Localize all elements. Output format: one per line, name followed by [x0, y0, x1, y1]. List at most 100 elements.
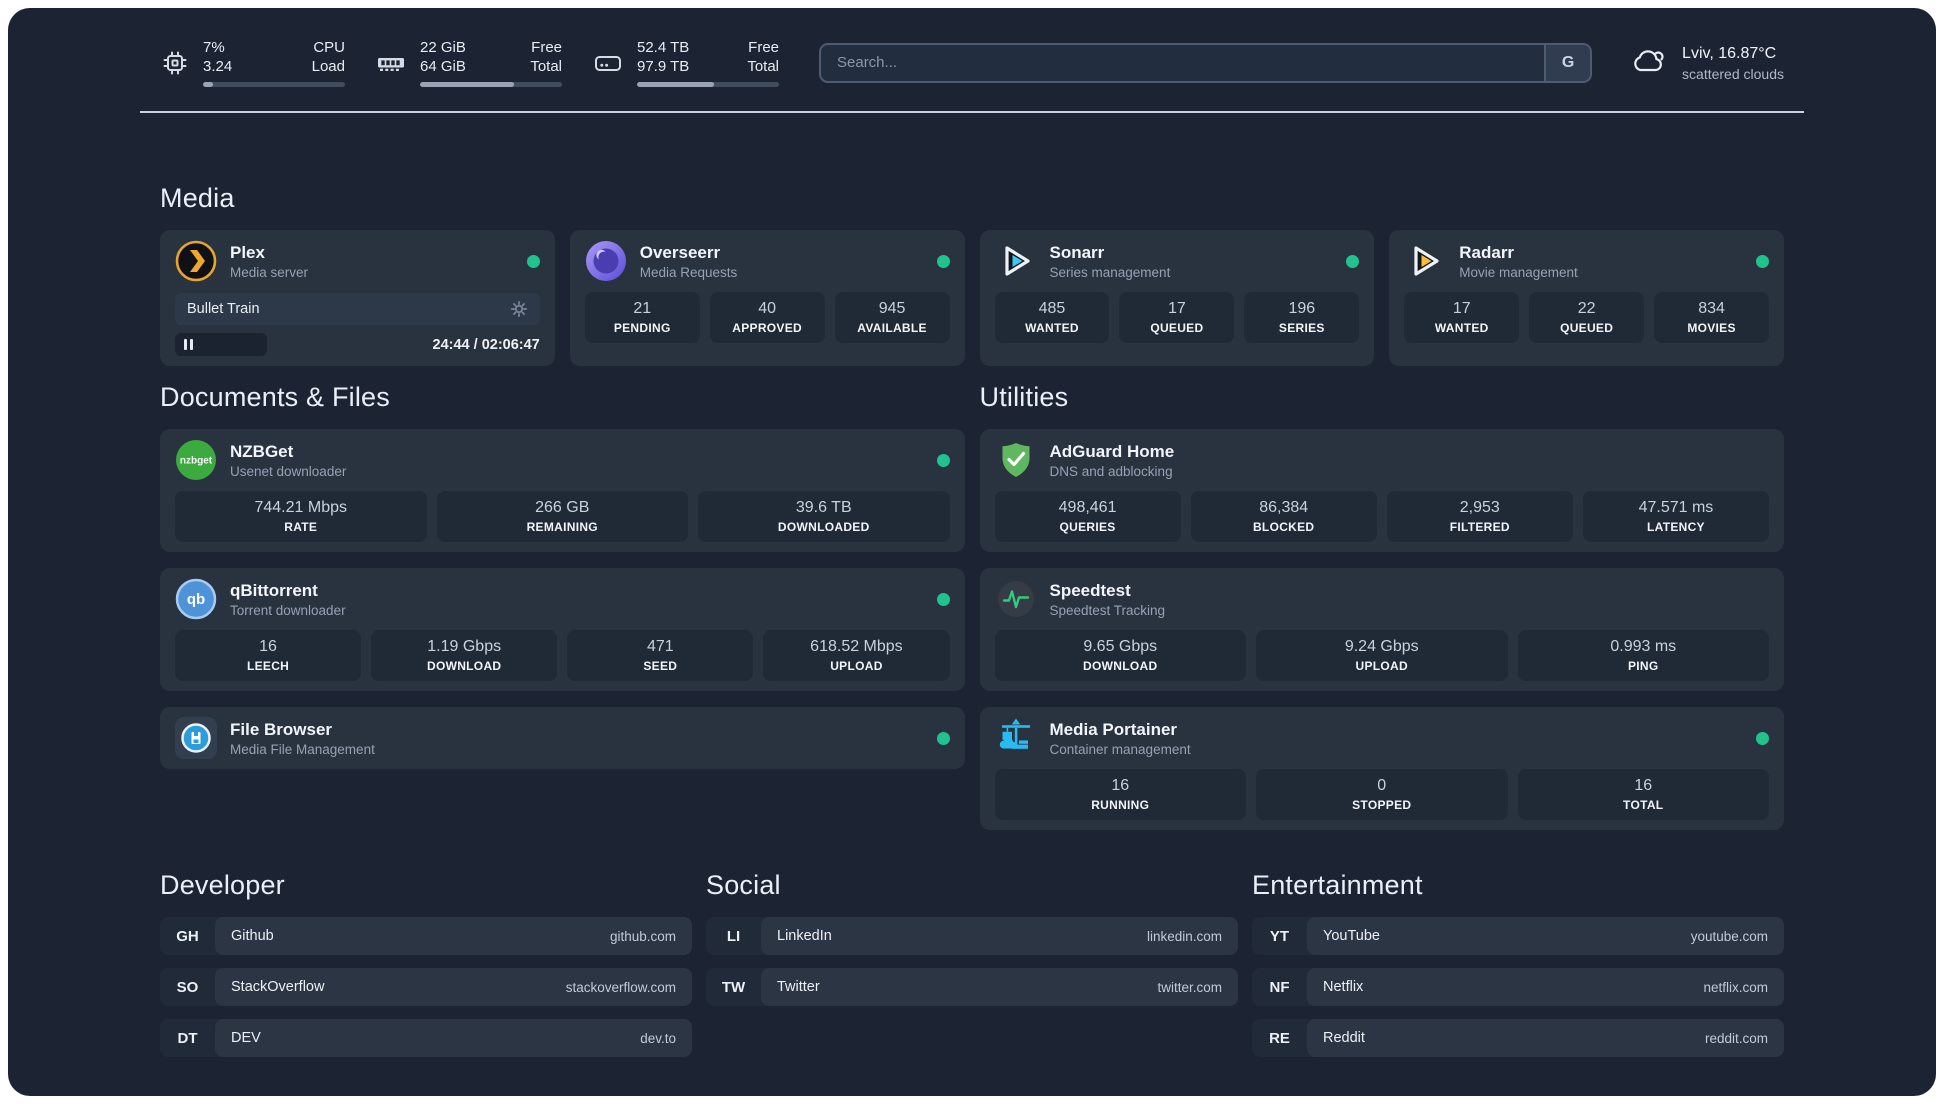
radarr-icon [1404, 240, 1446, 282]
app-name: File Browser [230, 719, 333, 739]
section-title-media: Media [160, 183, 235, 213]
stat-box: 945 AVAILABLE [834, 292, 950, 343]
bookmark-reddit[interactable]: RE Reddit reddit.com [1252, 1019, 1784, 1057]
adguard-icon [995, 439, 1037, 481]
section-documents: Documents & Files nzbget NZBGet Usenet d… [160, 382, 965, 830]
section-title-documents: Documents & Files [160, 382, 390, 412]
bookmark-url: reddit.com [1704, 1030, 1768, 1046]
stat-box: 2,953 FILTERED [1386, 491, 1573, 542]
search-provider-button[interactable]: G [1544, 44, 1591, 81]
bookmark-netflix[interactable]: NF Netflix netflix.com [1252, 968, 1784, 1006]
app-description: Movie management [1459, 264, 1578, 280]
stat-box: 86,384 BLOCKED [1190, 491, 1377, 542]
plex-now-playing: Bullet Train 24:44 / 02:06:47 [175, 293, 540, 356]
stat-box: 16 LEECH [175, 630, 362, 681]
gear-icon[interactable] [510, 300, 528, 318]
bookmark-name: LinkedIn [777, 928, 832, 944]
app-description: DNS and adblocking [1049, 463, 1173, 479]
search-input[interactable] [819, 42, 1593, 83]
card-portainer[interactable]: Media Portainer Container management 16 … [979, 707, 1784, 830]
bookmark-abbr: RE [1269, 1029, 1290, 1047]
weather-location-temp: Lviv, 16.87°C [1682, 44, 1777, 62]
status-dot [936, 731, 950, 745]
card-sonarr[interactable]: Sonarr Series management 485 WANTED 17 Q… [979, 230, 1375, 366]
section-media: Media Plex Media server Bullet Train 24:… [160, 183, 1784, 366]
bookmark-abbr: TW [721, 978, 746, 996]
stat-box: 21 PENDING [584, 292, 700, 343]
card-qbittorrent[interactable]: qb qBittorrent Torrent downloader 16 LEE… [160, 568, 965, 691]
section-title-utilities: Utilities [979, 382, 1069, 412]
header: 7% 3.24 CPU Load 22 GiB 64 GiB Free Tota… [160, 38, 1784, 87]
app-description: Media server [230, 264, 309, 280]
header-divider [140, 111, 1804, 113]
stat-box: 9.24 Gbps UPLOAD [1256, 630, 1508, 681]
stat-box: 1.19 Gbps DOWNLOAD [371, 630, 558, 681]
bookmark-abbr: LI [726, 927, 741, 945]
app-name: Overseerr [639, 242, 721, 262]
search-bar: G [819, 42, 1593, 83]
app-name: Sonarr [1049, 242, 1105, 262]
app-description: Usenet downloader [230, 463, 347, 479]
stat-box: 9.65 Gbps DOWNLOAD [994, 630, 1246, 681]
bookmark-linkedin[interactable]: LI LinkedIn linkedin.com [706, 917, 1238, 955]
disk-monitor: 52.4 TB 97.9 TB Free Total [592, 38, 779, 87]
section-developer: Developer GH Github github.com SO StackO… [160, 870, 692, 1057]
bookmark-url: stackoverflow.com [565, 979, 676, 995]
section-entertainment: Entertainment YT YouTube youtube.com NF … [1252, 870, 1784, 1057]
plex-icon [175, 240, 217, 282]
stat-box: 40 APPROVED [709, 292, 825, 343]
filebrowser-icon [175, 717, 217, 759]
memory-monitor: 22 GiB 64 GiB Free Total [375, 38, 562, 87]
status-dot [1756, 731, 1769, 745]
bookmark-name: DEV [231, 1030, 261, 1046]
card-radarr[interactable]: Radarr Movie management 17 WANTED 22 QUE… [1389, 230, 1784, 366]
stat-box: 266 GB REMAINING [436, 491, 688, 542]
cpu-monitor: 7% 3.24 CPU Load [160, 38, 345, 87]
app-description: Series management [1049, 264, 1171, 280]
card-filebrowser[interactable]: File Browser Media File Management [160, 707, 965, 769]
bookmark-youtube[interactable]: YT YouTube youtube.com [1252, 917, 1784, 955]
card-adguard[interactable]: AdGuard Home DNS and adblocking 498,461 … [979, 429, 1784, 552]
card-overseerr[interactable]: Overseerr Media Requests 21 PENDING 40 A… [569, 230, 965, 366]
bookmark-name: Reddit [1323, 1030, 1365, 1046]
bookmark-url: linkedin.com [1146, 928, 1222, 944]
bookmark-github[interactable]: GH Github github.com [160, 917, 692, 955]
bookmark-url: dev.to [640, 1030, 676, 1046]
status-dot [1756, 254, 1769, 268]
status-dot [936, 592, 950, 606]
card-speedtest[interactable]: Speedtest Speedtest Tracking 9.65 Gbps D… [979, 568, 1784, 691]
stat-box: 17 QUEUED [1119, 292, 1235, 343]
weather-widget: Lviv, 16.87°C scattered clouds [1628, 42, 1784, 83]
bookmark-dev[interactable]: DT DEV dev.to [160, 1019, 692, 1057]
pause-button[interactable] [175, 333, 267, 356]
memory-icon [375, 48, 407, 78]
bookmark-name: Netflix [1323, 979, 1364, 995]
bookmark-url: github.com [609, 928, 676, 944]
app-name: Radarr [1459, 242, 1515, 262]
load-label: Load [311, 58, 345, 75]
cpu-label: CPU [313, 39, 345, 56]
cpu-load-value: 3.24 [203, 58, 233, 75]
section-title-social: Social [706, 870, 781, 900]
stat-box: 39.6 TB DOWNLOADED [698, 491, 950, 542]
section-social: Social LI LinkedIn linkedin.com TW Twitt… [706, 870, 1238, 1057]
section-title-entertainment: Entertainment [1252, 870, 1423, 900]
app-name: AdGuard Home [1049, 441, 1175, 461]
memory-free-value: 22 GiB [420, 39, 466, 56]
memory-progress-track [420, 82, 562, 87]
card-plex[interactable]: Plex Media server Bullet Train 24:44 / 0… [160, 230, 555, 366]
card-nzbget[interactable]: nzbget NZBGet Usenet downloader 744.21 M… [160, 429, 965, 552]
stat-box: 618.52 Mbps UPLOAD [763, 630, 950, 681]
bookmark-twitter[interactable]: TW Twitter twitter.com [706, 968, 1238, 1006]
now-playing-title: Bullet Train [187, 301, 260, 317]
resource-monitors: 7% 3.24 CPU Load 22 GiB 64 GiB Free Tota… [160, 38, 779, 87]
bookmark-stackoverflow[interactable]: SO StackOverflow stackoverflow.com [160, 968, 692, 1006]
section-title-developer: Developer [160, 870, 285, 900]
disk-free-value: 52.4 TB [637, 39, 690, 56]
app-description: Media Requests [639, 264, 738, 280]
bookmark-name: StackOverflow [231, 979, 325, 995]
portainer-icon [995, 717, 1037, 759]
stat-box: 0.993 ms PING [1517, 630, 1769, 681]
overseerr-icon [585, 240, 627, 282]
app-name: NZBGet [230, 441, 294, 461]
